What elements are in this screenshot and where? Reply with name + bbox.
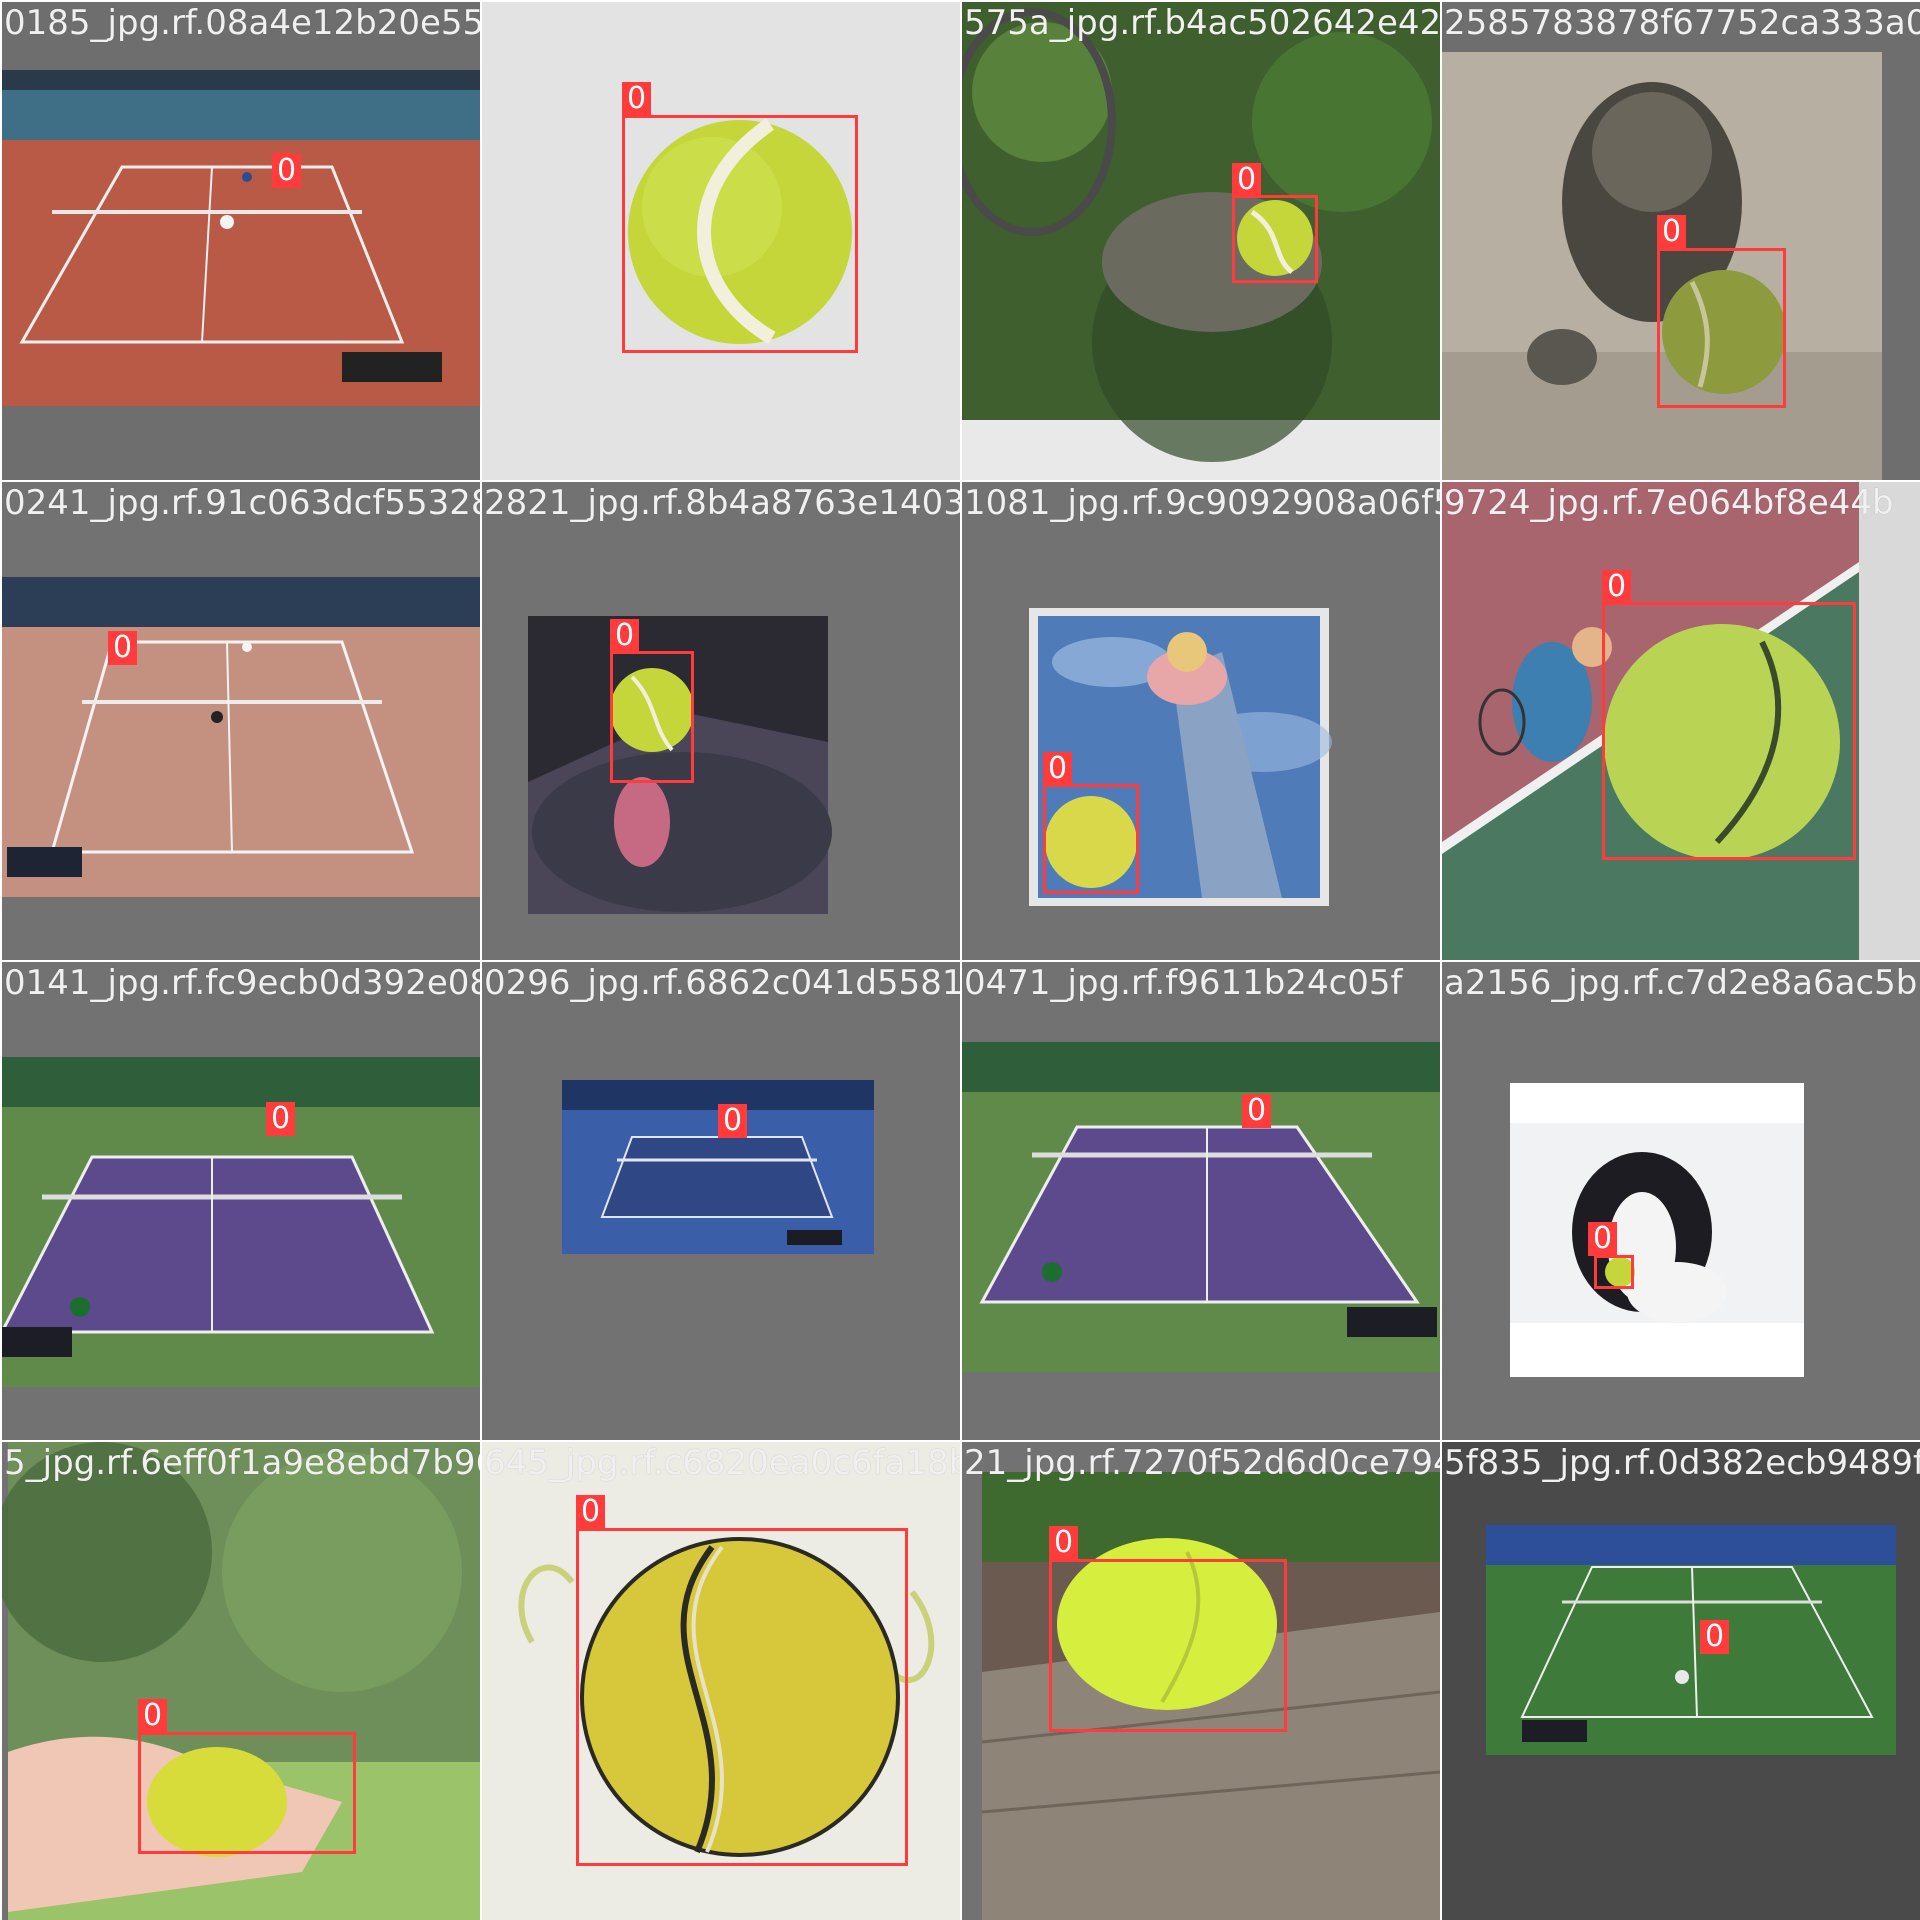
- tile-10: 0296_jpg.rf.6862c041d5581f 0: [482, 962, 960, 1440]
- tile-1: 0185_jpg.rf.08a4e12b20e55 0: [2, 2, 480, 480]
- tile-filename: 2821_jpg.rf.8b4a8763e140346: [484, 483, 960, 523]
- tile-12: a2156_jpg.rf.c7d2e8a6ac5b 0: [1442, 962, 1920, 1440]
- bounding-box: [1232, 195, 1318, 283]
- class-label: 0: [622, 82, 652, 116]
- tile-filename: 1081_jpg.rf.9c9092908a06f5: [964, 483, 1440, 523]
- class-label: 0: [1242, 1094, 1272, 1128]
- bounding-box: [1049, 1559, 1287, 1732]
- class-label: 0: [1657, 215, 1687, 249]
- tile-image: [2, 1057, 480, 1387]
- class-label: 0: [576, 1495, 606, 1529]
- tile-16: 5f835_jpg.rf.0d382ecb9489fa 0: [1442, 1442, 1920, 1920]
- class-label: 0: [1043, 752, 1073, 786]
- tile-7: 1081_jpg.rf.9c9092908a06f5 0: [962, 482, 1440, 960]
- tile-filename: a2156_jpg.rf.c7d2e8a6ac5b: [1444, 963, 1918, 1003]
- bounding-box: [1602, 602, 1856, 860]
- tile-image: [1029, 608, 1332, 906]
- class-label: 0: [1588, 1222, 1618, 1256]
- bounding-box: [610, 651, 694, 783]
- class-label: 0: [1602, 570, 1632, 604]
- class-label: 0: [272, 154, 302, 188]
- class-label: 0: [1049, 1526, 1079, 1560]
- tile-5: 0241_jpg.rf.91c063dcf55328 0: [2, 482, 480, 960]
- bounding-box: [138, 1732, 356, 1854]
- tile-2: 0: [482, 2, 960, 480]
- tile-image: [2, 2, 480, 480]
- class-label: 0: [610, 619, 640, 653]
- tile-filename: 0471_jpg.rf.f9611b24c05f: [964, 963, 1403, 1003]
- tile-image: [1510, 1083, 1804, 1377]
- tile-filename: 575a_jpg.rf.b4ac502642e42dd: [964, 3, 1440, 43]
- bounding-box: [1043, 784, 1139, 894]
- tile-11: 0471_jpg.rf.f9611b24c05f 0: [962, 962, 1440, 1440]
- tile-image: [962, 2, 1440, 462]
- tile-image: [2, 577, 480, 897]
- tile-filename: 5f835_jpg.rf.0d382ecb9489fa: [1444, 1443, 1920, 1483]
- tile-filename: 5_jpg.rf.6eff0f1a9e8ebd7b96: [4, 1443, 480, 1483]
- tile-filename: 0185_jpg.rf.08a4e12b20e55: [4, 3, 480, 43]
- tile-14: 645_jpg.rf.c6820ea0c6fa18b 0: [482, 1442, 960, 1920]
- bounding-box: [1594, 1255, 1634, 1289]
- tile-image: [562, 1080, 874, 1254]
- bounding-box: [576, 1528, 908, 1866]
- tile-filename: 21_jpg.rf.7270f52d6d0ce794: [964, 1443, 1440, 1483]
- tile-8: 9724_jpg.rf.7e064bf8e44b 0: [1442, 482, 1920, 960]
- tile-filename: 0296_jpg.rf.6862c041d5581f: [484, 963, 960, 1003]
- tile-6: 2821_jpg.rf.8b4a8763e140346 0: [482, 482, 960, 960]
- tile-13: 5_jpg.rf.6eff0f1a9e8ebd7b96 0: [2, 1442, 480, 1920]
- tile-filename: 0141_jpg.rf.fc9ecb0d392e080: [4, 963, 480, 1003]
- class-label: 0: [1700, 1620, 1730, 1654]
- tile-filename: 9724_jpg.rf.7e064bf8e44b: [1444, 483, 1894, 523]
- tile-15: 21_jpg.rf.7270f52d6d0ce794 0: [962, 1442, 1440, 1920]
- class-label: 0: [108, 631, 138, 665]
- mosaic-grid: 0185_jpg.rf.08a4e12b20e55 0 0 575a_jpg.r…: [0, 0, 1920, 1920]
- bounding-box: [1657, 248, 1786, 408]
- tile-filename: 2585783878f67752ca333a0: [1444, 3, 1920, 43]
- tile-filename: 0241_jpg.rf.91c063dcf55328: [4, 483, 480, 523]
- tile-4: 2585783878f67752ca333a0 0: [1442, 2, 1920, 480]
- tile-image: [1486, 1525, 1896, 1755]
- tile-image: [962, 1042, 1440, 1372]
- class-label: 0: [1232, 163, 1262, 197]
- tile-9: 0141_jpg.rf.fc9ecb0d392e080 0: [2, 962, 480, 1440]
- bounding-box: [622, 115, 858, 353]
- tile-image: [528, 616, 832, 914]
- class-label: 0: [718, 1104, 748, 1138]
- class-label: 0: [266, 1102, 296, 1136]
- class-label: 0: [138, 1699, 168, 1733]
- tile-filename: 645_jpg.rf.c6820ea0c6fa18b: [484, 1443, 960, 1483]
- tile-3: 575a_jpg.rf.b4ac502642e42dd 0: [962, 2, 1440, 480]
